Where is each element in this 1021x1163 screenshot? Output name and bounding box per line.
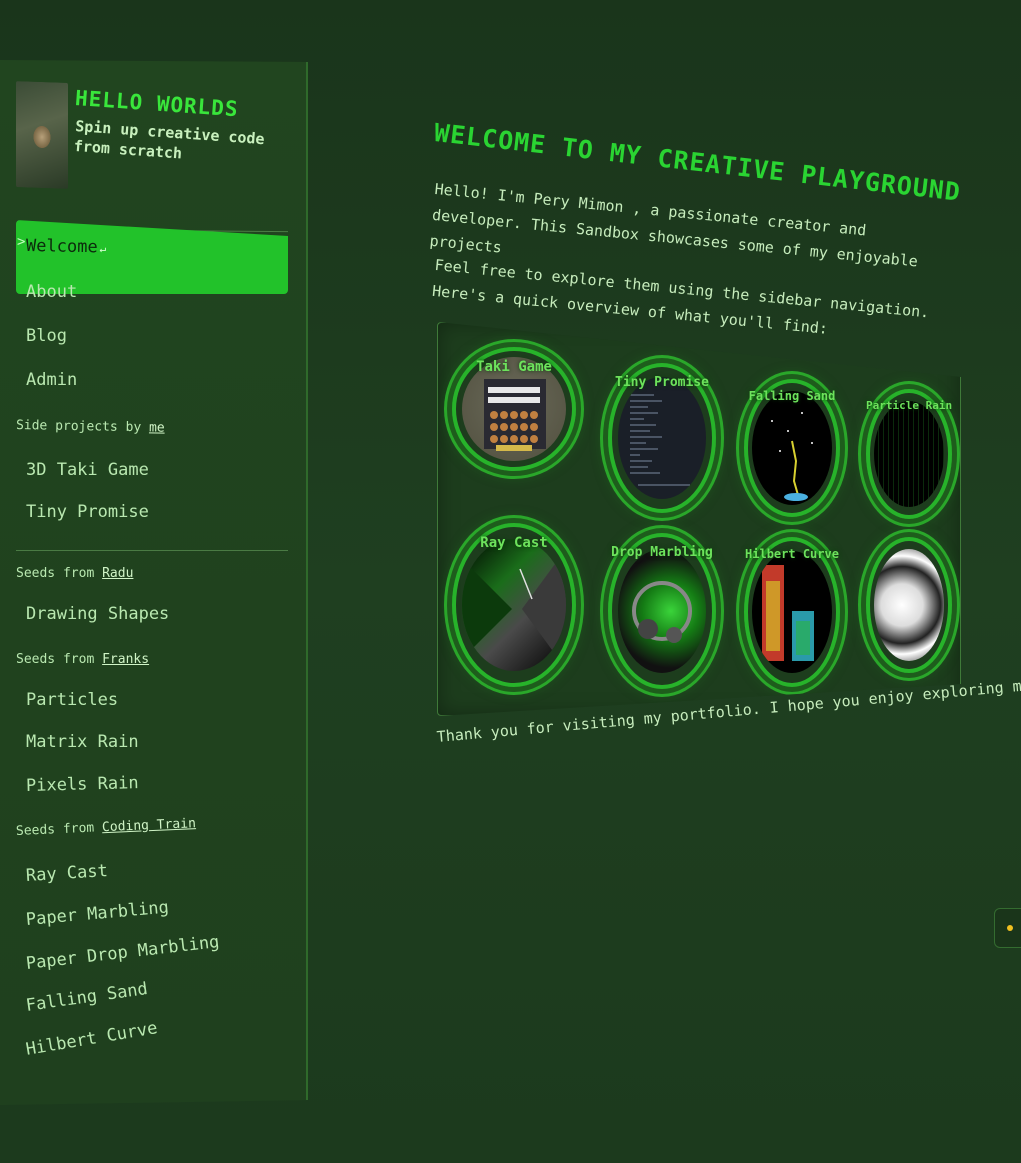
link-radu[interactable]: Radu: [102, 566, 133, 581]
sidebar-item-3d-taki-game[interactable]: 3D Taki Game: [26, 460, 149, 480]
card-ring: [866, 537, 952, 673]
link-coding-train[interactable]: Coding Train: [102, 816, 196, 835]
card-label: Taki Game: [476, 359, 552, 375]
sidebar-item-about[interactable]: About: [26, 282, 77, 302]
sidebar-item-blog[interactable]: Blog: [26, 326, 67, 346]
site-header: HELLO WORLDS Spin up creative code from …: [16, 81, 291, 192]
card-falling-sand[interactable]: Falling Sand: [744, 379, 840, 517]
card-drop-marbling[interactable]: Drop Marbling: [608, 533, 716, 689]
card-label: Ray Cast: [480, 535, 548, 551]
sidebar-item-hilbert-curve[interactable]: Hilbert Curve: [24, 1018, 159, 1060]
sidebar-item-admin[interactable]: Admin: [26, 370, 77, 390]
sidebar-item-matrix-rain[interactable]: Matrix Rain: [26, 732, 139, 752]
sidebar-item-ray-cast[interactable]: Ray Cast: [25, 861, 108, 886]
card-paper-marbling[interactable]: [866, 537, 952, 673]
sidebar-divider: [16, 550, 288, 551]
section-label-side-projects: Side projects by me: [15, 418, 165, 436]
card-ray-cast[interactable]: Ray Cast: [452, 523, 576, 687]
sidebar-item-welcome-label[interactable]: Welcome ↵: [26, 236, 107, 257]
sidebar-item-paper-drop-marbling[interactable]: Paper Drop Marbling: [25, 932, 220, 974]
return-icon: ↵: [99, 242, 107, 256]
card-tiny-promise[interactable]: Tiny Promise: [608, 363, 716, 513]
link-me[interactable]: me: [149, 420, 165, 435]
side-panel-toggle[interactable]: [994, 908, 1021, 948]
avatar: [16, 81, 68, 189]
site-title: HELLO WORLDS: [74, 86, 240, 122]
section-label-radu: Seeds from Radu: [16, 566, 134, 581]
sidebar: HELLO WORLDS Spin up creative code from …: [0, 60, 308, 1105]
card-label: Drop Marbling: [611, 545, 713, 560]
card-label: Falling Sand: [748, 389, 836, 403]
section-label-franks: Seeds from Franks: [16, 652, 150, 667]
caret-icon: >: [17, 234, 26, 250]
sidebar-item-falling-sand[interactable]: Falling Sand: [25, 979, 149, 1016]
sidebar-item-tiny-promise[interactable]: Tiny Promise: [26, 502, 149, 522]
card-label: Tiny Promise: [615, 375, 709, 390]
sidebar-item-pixels-rain[interactable]: Pixels Rain: [26, 773, 139, 796]
section-label-coding-train: Seeds from Coding Train: [15, 816, 197, 839]
sidebar-item-drawing-shapes[interactable]: Drawing Shapes: [26, 604, 169, 624]
sidebar-item-particles[interactable]: Particles: [26, 690, 118, 710]
card-taki-game[interactable]: Taki Game: [452, 347, 576, 471]
project-gallery: Taki Game Tiny Promise Falling Sand Part…: [437, 322, 961, 716]
card-label: Hilbert Curve: [745, 547, 839, 561]
sidebar-item-paper-marbling[interactable]: Paper Marbling: [25, 898, 169, 930]
card-particle-rain[interactable]: Particle Rain: [866, 389, 952, 519]
card-hilbert-curve[interactable]: Hilbert Curve: [744, 537, 840, 687]
card-label: Particle Rain: [866, 399, 953, 412]
status-dot-icon: [1007, 925, 1013, 931]
site-tagline: Spin up creative code from scratch: [73, 116, 266, 163]
link-franks[interactable]: Franks: [102, 652, 149, 667]
